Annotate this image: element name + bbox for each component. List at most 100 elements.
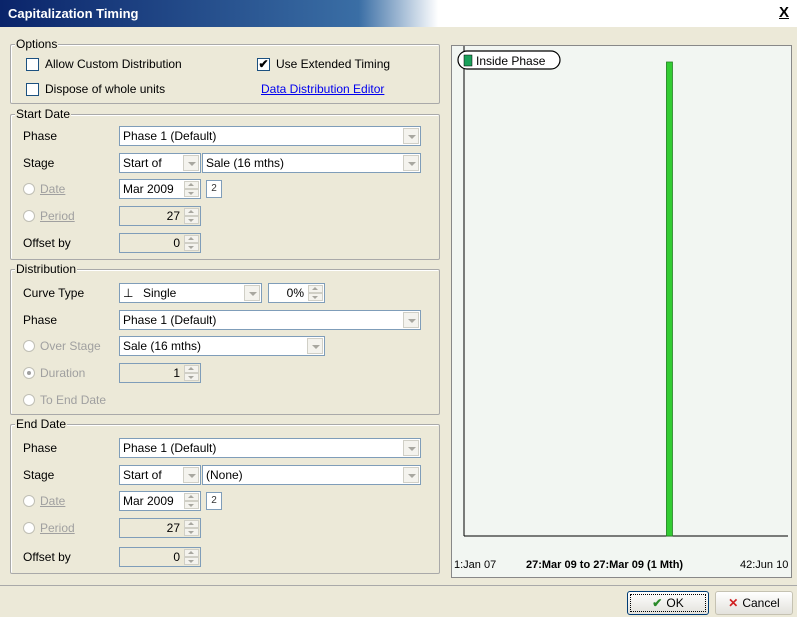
duration-spinner[interactable]: 1 xyxy=(119,363,201,383)
end-period-spinner[interactable]: 27 xyxy=(119,518,201,538)
chevron-down-icon[interactable] xyxy=(403,312,419,328)
end-date-value: Mar 2009 xyxy=(123,494,174,508)
end-offset-spinner[interactable]: 0 xyxy=(119,547,201,567)
start-period-spinner[interactable]: 27 xyxy=(119,206,201,226)
start-offset-spinner[interactable]: 0 xyxy=(119,233,201,253)
allow-custom-distribution-checkbox[interactable] xyxy=(26,58,39,71)
over-stage-select[interactable]: Sale (16 mths) xyxy=(119,336,325,356)
dist-phase-select[interactable]: Phase 1 (Default) xyxy=(119,310,421,330)
start-offset-label: Offset by xyxy=(23,236,71,250)
end-offset-value: 0 xyxy=(173,550,180,564)
spin-up-icon[interactable] xyxy=(184,235,199,243)
over-stage-value: Sale (16 mths) xyxy=(123,339,202,353)
start-stage-mode-select[interactable]: Start of xyxy=(119,153,201,173)
over-stage-radio[interactable] xyxy=(23,340,35,352)
ok-label: OK xyxy=(666,596,684,610)
chevron-down-icon[interactable] xyxy=(307,338,323,354)
timing-chart-panel: Inside Phase 1:Jan 07 27:Mar 09 to 27:Ma… xyxy=(451,45,792,578)
start-stage-mode-value: Start of xyxy=(123,156,162,170)
start-date-group: Start Date Phase Phase 1 (Default) Stage… xyxy=(10,107,440,260)
cancel-button[interactable]: ✕ Cancel xyxy=(715,591,793,615)
chevron-down-icon[interactable] xyxy=(403,467,419,483)
check-icon: ✔ xyxy=(652,596,663,610)
spin-up-icon[interactable] xyxy=(184,181,199,189)
end-stage-mode-select[interactable]: Start of xyxy=(119,465,201,485)
use-extended-timing-label: Use Extended Timing xyxy=(276,57,391,71)
curve-type-select[interactable]: ⊥ Single xyxy=(119,283,262,303)
spin-up-icon[interactable] xyxy=(184,208,199,216)
chevron-down-icon[interactable] xyxy=(183,155,199,171)
single-curve-icon: ⊥ xyxy=(123,286,134,300)
start-period-value: 27 xyxy=(166,209,180,223)
end-period-label: Period xyxy=(40,521,75,535)
close-button[interactable]: X xyxy=(775,4,793,22)
use-extended-timing-checkbox[interactable]: ✔ xyxy=(257,58,270,71)
legend-label: Inside Phase xyxy=(476,54,546,68)
window-title: Capitalization Timing xyxy=(8,6,139,21)
to-end-date-radio[interactable] xyxy=(23,394,35,406)
spin-down-icon[interactable] xyxy=(184,557,199,565)
end-period-value: 27 xyxy=(166,521,180,535)
chevron-down-icon[interactable] xyxy=(403,128,419,144)
end-date-radio[interactable] xyxy=(23,495,35,507)
end-phase-select[interactable]: Phase 1 (Default) xyxy=(119,438,421,458)
end-date-label: Date xyxy=(40,494,66,508)
start-date-radio[interactable] xyxy=(23,183,35,195)
x-start-label: 1:Jan 07 xyxy=(454,559,496,571)
curve-type-label: Curve Type xyxy=(23,286,85,300)
start-period-radio[interactable] xyxy=(23,210,35,222)
start-calendar-icon[interactable]: 2 xyxy=(206,180,222,198)
end-stage-select[interactable]: (None) xyxy=(202,465,421,485)
start-date-label: Date xyxy=(40,182,66,196)
curve-percent-spinner[interactable]: 0% xyxy=(268,283,325,303)
spin-up-icon[interactable] xyxy=(184,520,199,528)
chevron-down-icon[interactable] xyxy=(403,440,419,456)
dispose-whole-units-checkbox[interactable] xyxy=(26,83,39,96)
start-phase-select[interactable]: Phase 1 (Default) xyxy=(119,126,421,146)
curve-type-value: Single xyxy=(143,286,177,300)
x-mid-label: 27:Mar 09 to 27:Mar 09 (1 Mth) xyxy=(526,559,683,571)
end-period-radio[interactable] xyxy=(23,522,35,534)
chevron-down-icon[interactable] xyxy=(244,285,260,301)
spin-down-icon[interactable] xyxy=(184,216,199,224)
chevron-down-icon[interactable] xyxy=(183,467,199,483)
ok-button[interactable]: ✔ OK xyxy=(627,591,709,615)
end-date-legend: End Date xyxy=(15,417,68,431)
start-date-value: Mar 2009 xyxy=(123,182,174,196)
to-end-date-label: To End Date xyxy=(40,393,107,407)
footer-divider xyxy=(0,585,797,586)
start-offset-value: 0 xyxy=(173,236,180,250)
end-offset-label: Offset by xyxy=(23,550,71,564)
start-stage-label: Stage xyxy=(23,156,55,170)
end-date-spinner[interactable]: Mar 2009 xyxy=(119,491,201,511)
timing-chart: Inside Phase 1:Jan 07 27:Mar 09 to 27:Ma… xyxy=(454,46,788,571)
end-phase-label: Phase xyxy=(23,441,58,455)
distribution-legend: Distribution xyxy=(15,262,78,276)
spin-up-icon[interactable] xyxy=(308,285,323,293)
duration-value: 1 xyxy=(173,366,180,380)
curve-percent-value: 0% xyxy=(286,286,304,300)
start-stage-select[interactable]: Sale (16 mths) xyxy=(202,153,421,173)
close-icon: ✕ xyxy=(728,596,739,610)
start-date-legend: Start Date xyxy=(15,107,72,121)
spin-down-icon[interactable] xyxy=(184,373,199,381)
end-calendar-icon[interactable]: 2 xyxy=(206,492,222,510)
spin-up-icon[interactable] xyxy=(184,365,199,373)
legend-swatch xyxy=(463,54,473,67)
start-phase-value: Phase 1 (Default) xyxy=(123,129,217,143)
data-distribution-editor-link[interactable]: Data Distribution Editor xyxy=(261,82,384,96)
spin-down-icon[interactable] xyxy=(184,189,199,197)
spin-down-icon[interactable] xyxy=(184,501,199,509)
spin-down-icon[interactable] xyxy=(184,243,199,251)
options-legend: Options xyxy=(15,37,59,51)
spin-up-icon[interactable] xyxy=(184,549,199,557)
chevron-down-icon[interactable] xyxy=(403,155,419,171)
duration-radio[interactable] xyxy=(23,367,35,379)
spin-up-icon[interactable] xyxy=(184,493,199,501)
spin-down-icon[interactable] xyxy=(308,293,323,301)
start-date-spinner[interactable]: Mar 2009 xyxy=(119,179,201,199)
spin-down-icon[interactable] xyxy=(184,528,199,536)
dist-phase-value: Phase 1 (Default) xyxy=(123,313,217,327)
end-phase-value: Phase 1 (Default) xyxy=(123,441,217,455)
distribution-group: Distribution Curve Type ⊥ Single 0% Phase… xyxy=(10,262,440,415)
